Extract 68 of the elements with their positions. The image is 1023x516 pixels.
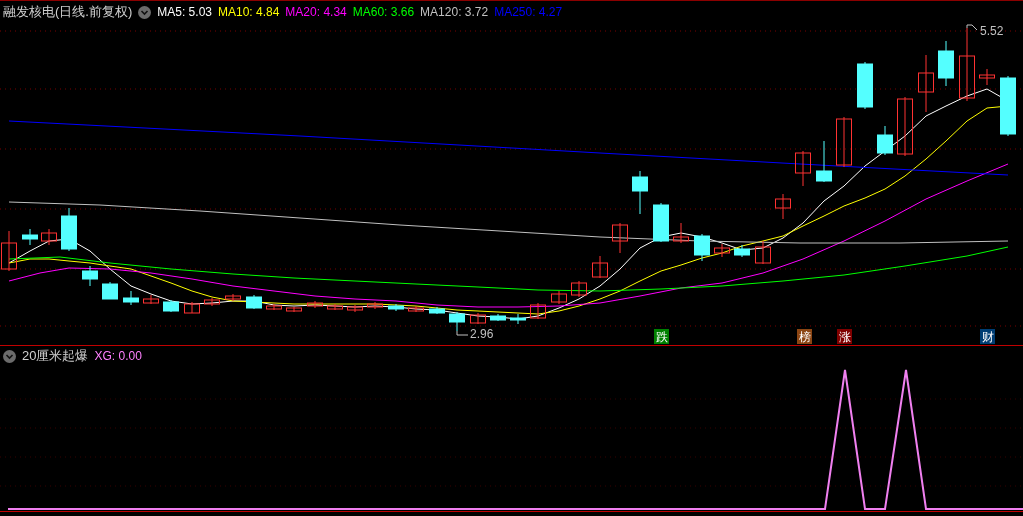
candlestick: [347, 304, 363, 313]
candlestick: [632, 170, 648, 215]
candlestick: [123, 290, 139, 306]
candlestick: [755, 240, 771, 265]
candlestick: [307, 300, 323, 309]
candlestick: [530, 302, 546, 320]
candlestick: [163, 299, 179, 313]
candlestick: [286, 306, 302, 313]
candlestick: [612, 222, 628, 254]
moving-average-value: MA60: 3.66: [352, 4, 415, 21]
candlestick: [897, 96, 913, 157]
candlestick: [734, 244, 750, 258]
candlestick: [470, 312, 486, 325]
candlestick: [429, 306, 445, 315]
candlestick: [551, 290, 567, 305]
event-marker[interactable]: 涨: [837, 329, 852, 344]
candlestick: [449, 311, 465, 332]
moving-average-value: MA10: 4.84: [218, 4, 280, 21]
candlestick: [41, 228, 57, 246]
candlestick: [1000, 75, 1016, 137]
candlestick: [653, 202, 669, 243]
dropdown-icon[interactable]: [138, 5, 152, 19]
candlestick: [836, 116, 852, 168]
indicator-title: 20厘米起爆: [22, 347, 89, 366]
candlestick: [775, 193, 791, 220]
candlestick: [61, 207, 77, 252]
candlestick: [266, 303, 282, 311]
event-marker[interactable]: 财: [980, 329, 995, 344]
candlestick: [714, 243, 730, 258]
candlestick: [490, 313, 506, 322]
candlestick: [979, 68, 995, 86]
candlestick: [510, 313, 526, 325]
candlestick: [938, 40, 954, 87]
candlestick: [22, 228, 38, 246]
moving-average-value: MA5: 5.03: [157, 4, 212, 21]
candlestick: [571, 280, 587, 298]
chart-title: 融发核电(日线.前复权): [3, 3, 133, 22]
candlestick: [388, 303, 404, 312]
candlestick: [102, 281, 118, 300]
candlestick: [143, 294, 159, 305]
high-price-marker: [966, 24, 978, 31]
moving-average-value: MA250: 4.27: [494, 4, 563, 21]
dropdown-icon[interactable]: [3, 349, 16, 363]
candlestick: [204, 297, 220, 307]
candlestick: [694, 233, 710, 262]
candlestick: [246, 294, 262, 310]
candlestick: [82, 265, 98, 287]
candlestick: [877, 125, 893, 156]
event-marker[interactable]: 榜: [797, 329, 812, 344]
moving-average-value: MA120: 3.72: [420, 4, 489, 21]
candlestick: [1, 230, 17, 272]
candlestick: [408, 305, 424, 313]
candlestick: [327, 303, 343, 311]
candlestick: [795, 150, 811, 187]
candlestick: [184, 301, 200, 314]
candlestick: [673, 222, 689, 244]
indicator-value: XG: 0.00: [94, 348, 142, 365]
candlestick: [592, 255, 608, 279]
candlestick: [918, 54, 934, 113]
candlestick: [225, 293, 241, 302]
candlestick: [816, 140, 832, 183]
candlestick: [367, 301, 383, 310]
low-price-marker: [456, 330, 469, 336]
high-price-label: 5.52: [980, 24, 1004, 38]
candlestick: [857, 61, 873, 110]
moving-average-value: MA20: 4.34: [285, 4, 347, 21]
event-marker[interactable]: 跌: [654, 329, 669, 344]
low-price-label: 2.96: [470, 327, 494, 341]
